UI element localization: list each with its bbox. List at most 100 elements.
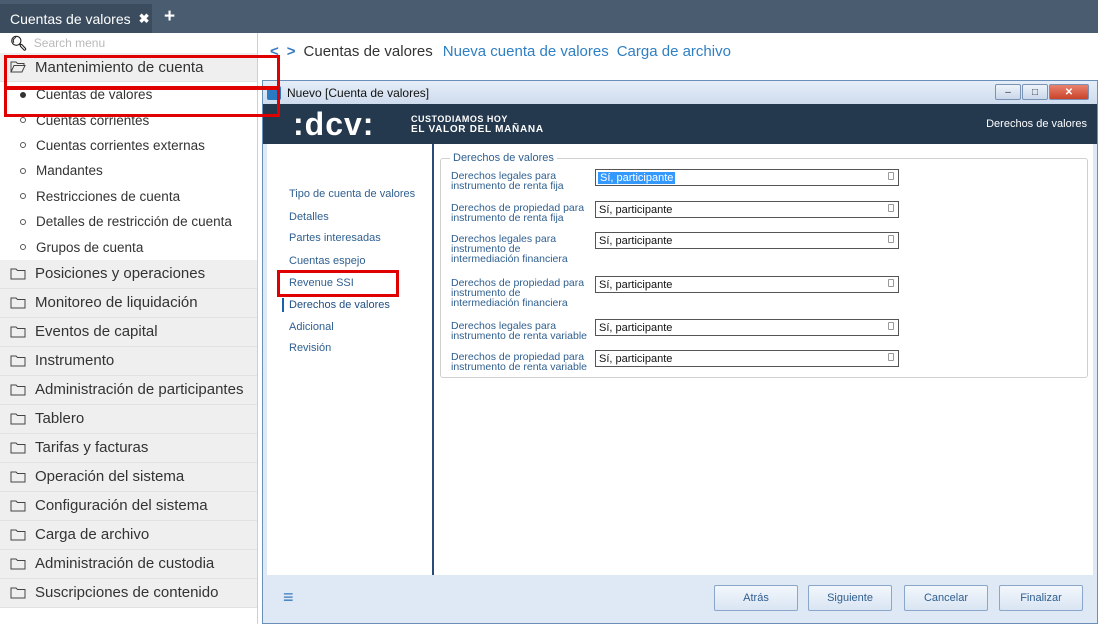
sidebar-group-posiciones-y-operaciones[interactable]: Posiciones y operaciones bbox=[0, 259, 257, 289]
add-tab-icon[interactable]: + bbox=[164, 7, 175, 27]
lock-icon bbox=[888, 279, 894, 287]
field-label: Derechos legales para instrumento de ren… bbox=[451, 170, 564, 192]
sidebar-group-mantenimiento-de-cuenta[interactable]: Mantenimiento de cuenta bbox=[0, 53, 257, 82]
window-title: Nuevo [Cuenta de valores] bbox=[287, 85, 430, 100]
wizard-steps: Tipo de cuenta de valores Detalles Parte… bbox=[267, 144, 434, 575]
step-adicional[interactable]: Adicional bbox=[289, 321, 334, 333]
back-button[interactable]: Atrás bbox=[714, 585, 798, 611]
window-controls: – □ ✕ bbox=[994, 84, 1089, 100]
sidebar-item-label: Mandantes bbox=[36, 163, 103, 179]
banner-section-title: Derechos de valores bbox=[986, 118, 1087, 130]
sidebar-group-label: Instrumento bbox=[35, 352, 115, 370]
maximize-button[interactable]: □ bbox=[1022, 84, 1048, 100]
sidebar-group-operacion-del-sistema[interactable]: Operación del sistema bbox=[0, 462, 257, 492]
step-derechos-de-valores[interactable]: Derechos de valores bbox=[289, 299, 390, 311]
sidebar-item-cuentas-de-valores[interactable]: Cuentas de valores bbox=[0, 82, 257, 108]
minimize-button[interactable]: – bbox=[995, 84, 1021, 100]
tab-cuentas-de-valores[interactable]: Cuentas de valores ✖ bbox=[0, 4, 152, 33]
sidebar-item-label: Restricciones de cuenta bbox=[36, 188, 181, 204]
hamburger-menu-icon[interactable]: ≡ bbox=[283, 587, 294, 608]
sidebar-item-label: Cuentas corrientes externas bbox=[36, 137, 205, 153]
sidebar-group-carga-de-archivo[interactable]: Carga de archivo bbox=[0, 520, 257, 550]
step-revision[interactable]: Revisión bbox=[289, 342, 331, 354]
sidebar-item-mandantes[interactable]: Mandantes bbox=[0, 158, 257, 184]
field-label: Derechos de propiedad para instrumento d… bbox=[451, 351, 587, 373]
sidebar-item-label: Cuentas corrientes bbox=[36, 112, 150, 128]
dropdown-legal-intermediacion[interactable]: Sí, participante bbox=[595, 232, 899, 249]
bullet-icon bbox=[20, 167, 26, 174]
folder-icon bbox=[10, 442, 26, 454]
finish-button[interactable]: Finalizar bbox=[999, 585, 1083, 611]
dropdown-propiedad-intermediacion[interactable]: Sí, participante bbox=[595, 276, 899, 293]
step-cuentas-espejo[interactable]: Cuentas espejo bbox=[289, 255, 365, 267]
field-value: Sí, participante bbox=[599, 234, 673, 247]
dropdown-legal-renta-fija[interactable]: Sí, participante bbox=[595, 169, 899, 186]
brand-banner: :dcv: CUSTODIAMOS HOY EL VALOR DEL MAÑAN… bbox=[263, 104, 1097, 144]
folder-icon bbox=[10, 326, 26, 338]
dropdown-legal-renta-variable[interactable]: Sí, participante bbox=[595, 319, 899, 336]
cancel-button[interactable]: Cancelar bbox=[904, 585, 988, 611]
wizard-body: Tipo de cuenta de valores Detalles Parte… bbox=[267, 144, 1093, 575]
window-title-bar[interactable]: Nuevo [Cuenta de valores] – □ ✕ bbox=[263, 81, 1097, 104]
sidebar-group-monitoreo-de-liquidacion[interactable]: Monitoreo de liquidación bbox=[0, 288, 257, 318]
sidebar-item-restricciones-de-cuenta[interactable]: Restricciones de cuenta bbox=[0, 183, 257, 209]
field-value: Sí, participante bbox=[599, 278, 673, 291]
sidebar-group-label: Mantenimiento de cuenta bbox=[35, 58, 204, 76]
search-menu[interactable]: 🔍︎ Search menu bbox=[0, 33, 257, 53]
sidebar-item-cuentas-corrientes[interactable]: Cuentas corrientes bbox=[0, 107, 257, 133]
breadcrumb: < > Cuentas de valores Nueva cuenta de v… bbox=[270, 40, 739, 62]
sidebar-group-label: Monitoreo de liquidación bbox=[35, 294, 198, 312]
forward-arrow-icon[interactable]: > bbox=[287, 43, 296, 60]
tagline-top: CUSTODIAMOS HOY bbox=[411, 114, 508, 124]
sidebar-item-label: Grupos de cuenta bbox=[36, 239, 144, 255]
field-label: Derechos legales para instrumento de ren… bbox=[451, 320, 587, 342]
back-arrow-icon[interactable]: < bbox=[270, 43, 279, 60]
sidebar-group-configuracion-del-sistema[interactable]: Configuración del sistema bbox=[0, 491, 257, 521]
sidebar-item-grupos-de-cuenta[interactable]: Grupos de cuenta bbox=[0, 234, 257, 260]
lock-icon bbox=[888, 322, 894, 330]
sidebar-group-label: Tarifas y facturas bbox=[35, 439, 149, 457]
field-label: Derechos legales para instrumento de int… bbox=[451, 233, 568, 265]
lock-icon bbox=[888, 353, 894, 361]
sidebar-menu: 🔍︎ Search menu Mantenimiento de cuenta C… bbox=[0, 33, 258, 624]
search-placeholder[interactable]: Search menu bbox=[34, 36, 105, 50]
sidebar-group-suscripciones-de-contenido[interactable]: Suscripciones de contenido bbox=[0, 578, 257, 608]
step-detalles[interactable]: Detalles bbox=[289, 211, 329, 223]
field-label: Derechos de propiedad para instrumento d… bbox=[451, 202, 585, 224]
link-nueva-cuenta-de-valores[interactable]: Nueva cuenta de valores bbox=[443, 43, 609, 60]
sidebar-group-administracion-de-custodia[interactable]: Administración de custodia bbox=[0, 549, 257, 579]
step-partes-interesadas[interactable]: Partes interesadas bbox=[289, 232, 381, 244]
lock-icon bbox=[888, 235, 894, 243]
sidebar-group-label: Carga de archivo bbox=[35, 526, 150, 544]
folder-icon bbox=[10, 471, 26, 483]
tab-label: Cuentas de valores bbox=[10, 10, 131, 27]
folder-icon bbox=[10, 413, 26, 425]
lock-icon bbox=[888, 172, 894, 180]
sidebar-group-label: Configuración del sistema bbox=[35, 497, 208, 515]
sidebar-group-administracion-de-participantes[interactable]: Administración de participantes bbox=[0, 375, 257, 405]
dropdown-propiedad-renta-fija[interactable]: Sí, participante bbox=[595, 201, 899, 218]
next-button[interactable]: Siguiente bbox=[808, 585, 892, 611]
close-window-button[interactable]: ✕ bbox=[1049, 84, 1089, 100]
sidebar-item-cuentas-corrientes-externas[interactable]: Cuentas corrientes externas bbox=[0, 132, 257, 159]
top-tab-bar: Cuentas de valores ✖ + bbox=[0, 0, 1098, 33]
field-value: Sí, participante bbox=[599, 321, 673, 334]
step-revenue-ssi[interactable]: Revenue SSI bbox=[289, 277, 354, 289]
search-icon: 🔍︎ bbox=[10, 34, 28, 51]
bullet-icon bbox=[20, 218, 26, 225]
wizard-footer: ≡ Atrás Siguiente Cancelar Finalizar bbox=[263, 575, 1097, 623]
bullet-icon bbox=[20, 244, 26, 251]
folder-icon bbox=[10, 529, 26, 541]
sidebar-item-detalles-de-restriccion[interactable]: Detalles de restricción de cuenta bbox=[0, 208, 257, 235]
sidebar-group-tarifas-y-facturas[interactable]: Tarifas y facturas bbox=[0, 433, 257, 463]
sidebar-group-eventos-de-capital[interactable]: Eventos de capital bbox=[0, 317, 257, 347]
step-tipo-de-cuenta[interactable]: Tipo de cuenta de valores bbox=[289, 188, 415, 200]
sidebar-group-label: Eventos de capital bbox=[35, 323, 158, 341]
dropdown-propiedad-renta-variable[interactable]: Sí, participante bbox=[595, 350, 899, 367]
open-folder-icon bbox=[10, 61, 26, 73]
link-carga-de-archivo[interactable]: Carga de archivo bbox=[617, 43, 731, 60]
close-tab-icon[interactable]: ✖ bbox=[139, 11, 150, 27]
sidebar-group-tablero[interactable]: Tablero bbox=[0, 404, 257, 434]
field-value: Sí, participante bbox=[599, 203, 673, 216]
sidebar-group-instrumento[interactable]: Instrumento bbox=[0, 346, 257, 376]
